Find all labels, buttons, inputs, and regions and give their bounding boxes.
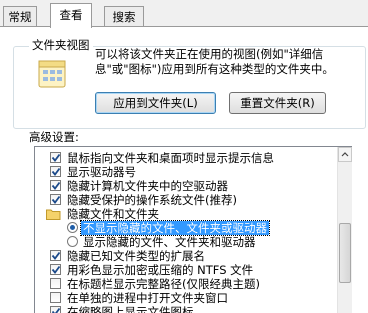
list-item-label: 隐藏已知文件类型的扩展名	[67, 249, 205, 263]
tab-search[interactable]: 搜索	[104, 6, 144, 26]
folder-view-icon	[38, 60, 66, 88]
list-item-label: 在缩略图上显示文件图标	[67, 305, 194, 313]
scrollbar-thumb[interactable]	[339, 223, 351, 283]
checkbox[interactable]	[50, 152, 61, 163]
reset-folders-button[interactable]: 重置文件夹(R)	[229, 92, 326, 114]
chevron-up-icon	[341, 152, 349, 157]
checkbox[interactable]	[50, 306, 61, 313]
apply-to-folders-button[interactable]: 应用到文件夹(L)	[95, 92, 216, 114]
folder-views-description: 可以将该文件夹正在使用的视图(例如"详细信息"或"图标")应用到所有这种类型的文…	[95, 47, 334, 76]
list-scrollbar[interactable]	[337, 147, 352, 313]
checkbox[interactable]	[50, 278, 61, 289]
checkbox[interactable]	[50, 292, 61, 303]
list-item-label: 隐藏计算机文件夹中的空驱动器	[67, 179, 228, 193]
list-item-label: 显示隐藏的文件、文件夹和驱动器	[83, 235, 256, 249]
list-item-label: 在标题栏显示完整路径(仅限经典主题)	[67, 277, 260, 291]
scroll-up-button[interactable]	[338, 147, 352, 162]
radio-button[interactable]	[67, 222, 78, 233]
checkbox[interactable]	[50, 194, 61, 205]
checkbox[interactable]	[50, 180, 61, 191]
list-item-label: 鼠标指向文件夹和桌面项时显示提示信息	[67, 151, 274, 165]
checkbox[interactable]	[50, 166, 61, 177]
checkbox[interactable]	[50, 264, 61, 275]
advanced-settings-title: 高级设置:	[29, 130, 79, 144]
list-item-label-selected: 不显示隐藏的文件、文件夹或驱动器	[80, 220, 270, 236]
list-item-label: 在单独的进程中打开文件夹窗口	[67, 291, 228, 305]
checkbox[interactable]	[50, 250, 61, 261]
list-item-label: 用彩色显示加密或压缩的 NTFS 文件	[67, 263, 254, 277]
list-group-label: 隐藏文件和文件夹	[67, 207, 159, 221]
tab-general[interactable]: 常规	[3, 6, 37, 26]
list-item-label: 隐藏受保护的操作系统文件(推荐)	[67, 193, 237, 207]
advanced-settings-list: 鼠标指向文件夹和桌面项时显示提示信息 显示驱动器号 隐藏计算机文件夹中的空驱动器…	[34, 146, 352, 313]
folder-views-title: 文件夹视图	[29, 37, 93, 53]
radio-button[interactable]	[67, 236, 78, 247]
folder-icon	[46, 209, 61, 220]
tab-strip: 常规 查看 搜索	[0, 0, 368, 28]
list-item-label: 显示驱动器号	[67, 165, 136, 179]
tab-view[interactable]: 查看	[50, 3, 92, 28]
